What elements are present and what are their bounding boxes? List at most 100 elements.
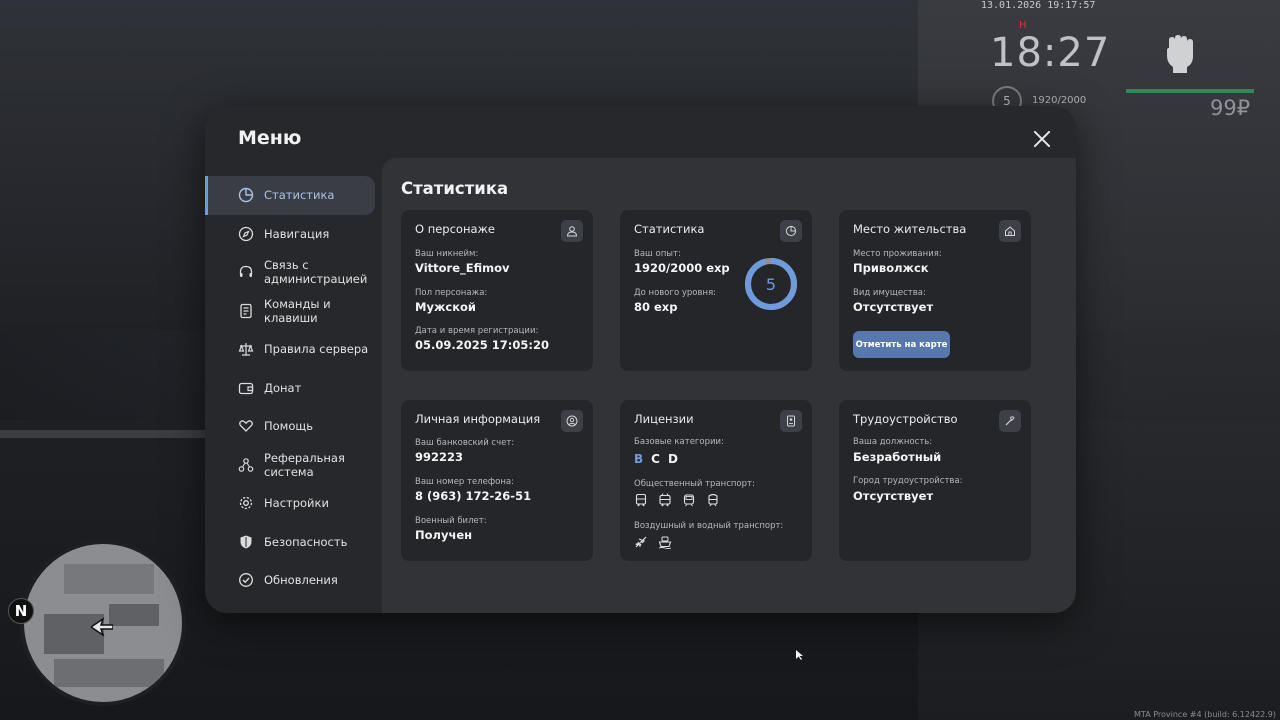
page-title: Статистика (401, 179, 509, 198)
employment-city-value: Отсутствует (853, 489, 934, 503)
card-title: Трудоустройство (853, 412, 958, 426)
sidebar-item-label: Безопасность (264, 534, 348, 549)
shield-icon (238, 534, 254, 550)
health-bar (1126, 89, 1254, 93)
position-value: Безработный (853, 450, 942, 464)
plane-icon (634, 534, 648, 548)
field-label: Пол персонажа: (415, 288, 488, 298)
exp-value: 1920/2000 exp (634, 261, 730, 275)
sidebar-item-admin-contact[interactable]: Связь с администрацией (205, 253, 381, 292)
sidebar-item-label: Навигация (264, 226, 330, 241)
character-card: О персонаже Ваш никнейм: Vittore_Efimov … (401, 210, 593, 371)
card-title: О персонаже (415, 222, 495, 236)
fist-icon (1167, 35, 1193, 73)
sidebar-item-label: Команды и клавиши (264, 296, 331, 325)
stats-card: Статистика Ваш опыт: 1920/2000 exp До но… (620, 210, 812, 371)
field-label: Базовые категории: (634, 437, 724, 447)
sidebar-item-label: Помощь (264, 419, 314, 434)
field-label: Вид имущества: (853, 288, 926, 298)
wallet-icon (238, 380, 254, 396)
sidebar-item-statistics[interactable]: Статистика (205, 176, 375, 215)
sidebar-item-label: Настройки (264, 496, 329, 511)
field-label: Воздушный и водный транспорт: (634, 521, 784, 531)
trolleybus-icon (658, 492, 672, 507)
nickname-value: Vittore_Efimov (415, 261, 510, 275)
sidebar-item-referral[interactable]: Реферальная система (205, 446, 381, 485)
boat-icon (658, 534, 672, 549)
licenses-card: Лицензии Базовые категории: B C D Общест… (620, 400, 812, 561)
license-category-d: D (667, 452, 678, 466)
check-circle-icon (238, 572, 254, 588)
menu-window: Меню Статистика Навигация Связь с админи… (205, 106, 1076, 613)
residence-card: Место жительства Место проживания: Приво… (839, 210, 1031, 371)
field-label: Военный билет: (415, 516, 487, 526)
field-label: Ваш опыт: (634, 249, 681, 259)
phone-value: 8 (963) 172-26-51 (415, 489, 532, 503)
bus-icon (634, 492, 648, 507)
close-icon[interactable] (1031, 128, 1053, 150)
sidebar-item-label: Донат (264, 380, 302, 395)
menu-title: Меню (238, 127, 302, 149)
sidebar-item-updates[interactable]: Обновления (205, 561, 381, 600)
next-level-value: 80 exp (634, 300, 678, 314)
level-number: 5 (765, 274, 777, 294)
field-label: Дата и время регистрации: (415, 326, 539, 336)
heart-hands-icon (238, 418, 254, 434)
sidebar-item-navigation[interactable]: Навигация (205, 215, 381, 254)
sidebar-item-label: Связь с администрацией (264, 258, 368, 287)
user-icon (561, 220, 583, 242)
headset-icon (238, 264, 254, 280)
field-label: Общественный транспорт: (634, 479, 755, 489)
sidebar-item-settings[interactable]: Настройки (205, 484, 381, 523)
home-icon (999, 220, 1021, 242)
user-circle-icon (561, 410, 583, 432)
document-icon (238, 303, 254, 319)
license-category-b: B (634, 452, 644, 466)
mouse-cursor-icon (796, 650, 803, 660)
license-category-c: C (651, 452, 660, 466)
mark-on-map-button[interactable]: Отметить на карте (853, 331, 950, 358)
residence-value: Приволжск (853, 261, 929, 275)
public-transport-icons (634, 492, 720, 507)
scales-icon (238, 341, 254, 357)
gear-icon (238, 495, 254, 511)
sidebar: Статистика Навигация Связь с администрац… (205, 176, 381, 600)
hud-datetime: 13.01.2026 19:17:57 (981, 0, 1096, 11)
card-title: Лицензии (634, 412, 694, 426)
pie-chart-icon (780, 220, 802, 242)
bank-account-value: 992223 (415, 450, 464, 464)
compass-icon (238, 226, 254, 242)
sidebar-item-label: Статистика (264, 188, 335, 203)
card-title: Личная информация (415, 412, 541, 426)
sidebar-item-help[interactable]: Помощь (205, 407, 381, 446)
hud-exp: 1920/2000 (1032, 95, 1087, 106)
registration-value: 05.09.2025 17:05:20 (415, 338, 549, 352)
player-arrow-icon (91, 617, 113, 637)
field-label: Ваш никнейм: (415, 249, 479, 259)
sidebar-item-label: Реферальная система (264, 450, 345, 479)
sidebar-item-donate[interactable]: Донат (205, 369, 381, 408)
compass-north: N (8, 598, 34, 624)
air-water-transport-icons (634, 534, 672, 549)
id-card-icon (780, 410, 802, 432)
map-block (109, 604, 159, 626)
sidebar-item-security[interactable]: Безопасность (205, 523, 381, 562)
hud-clock: 18:27 (990, 30, 1111, 76)
sidebar-item-label: Обновления (264, 573, 338, 588)
map-block (64, 564, 154, 594)
tools-icon (999, 410, 1021, 432)
content-panel: Статистика О персонаже Ваш никнейм: Vitt… (382, 158, 1076, 613)
tram-icon (682, 492, 696, 507)
field-label: Город трудоустройства: (853, 476, 963, 486)
map-block (54, 659, 164, 687)
personal-info-card: Личная информация Ваш банковский счет: 9… (401, 400, 593, 561)
road (0, 430, 230, 438)
card-title: Место жительства (853, 222, 967, 236)
sidebar-item-commands[interactable]: Команды и клавиши (205, 292, 381, 331)
pie-chart-icon (238, 187, 254, 203)
field-label: Ваш банковский счет: (415, 438, 515, 448)
card-title: Статистика (634, 222, 705, 236)
field-label: Место проживания: (853, 249, 942, 259)
sidebar-item-rules[interactable]: Правила сервера (205, 330, 381, 369)
field-label: Ваш номер телефона: (415, 477, 514, 487)
